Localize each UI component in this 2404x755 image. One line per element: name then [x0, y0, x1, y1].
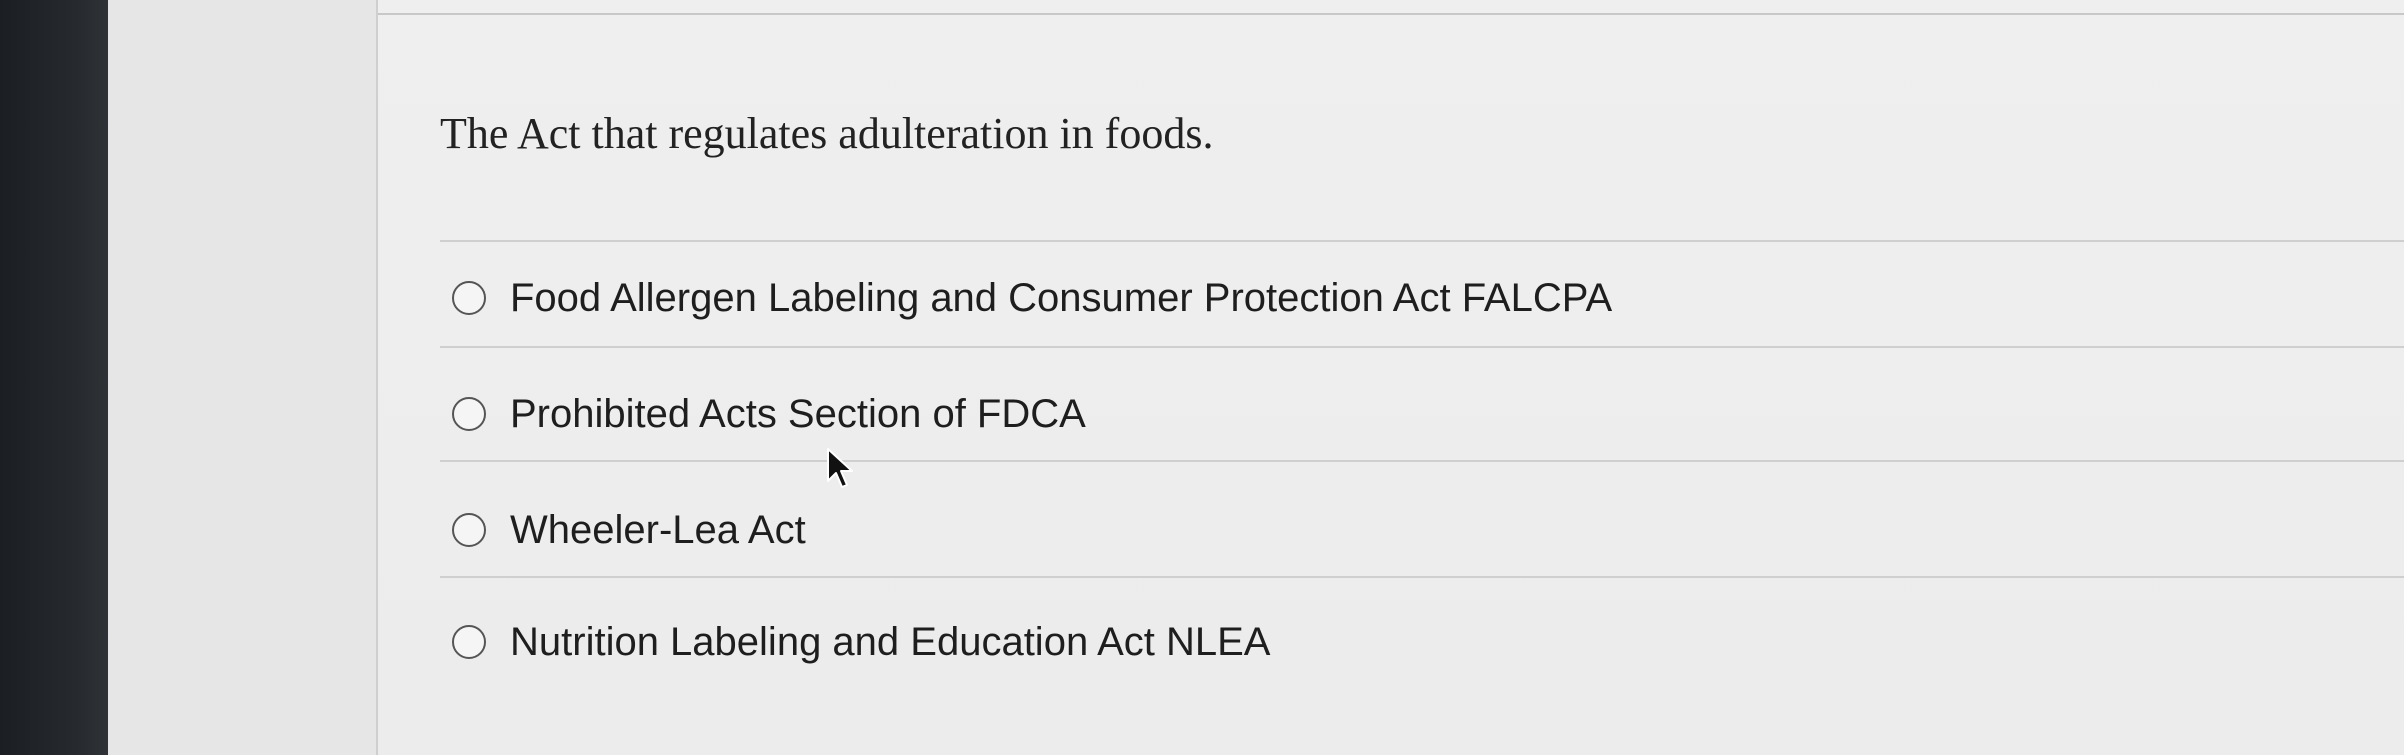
divider: [440, 576, 2404, 578]
page-gutter: [108, 0, 376, 755]
option-label: Food Allergen Labeling and Consumer Prot…: [510, 275, 1613, 320]
card-top-divider: [378, 13, 2404, 15]
divider: [440, 346, 2404, 348]
screen: The Act that regulates adulteration in f…: [0, 0, 2404, 755]
option-label: Wheeler-Lea Act: [510, 507, 806, 552]
option-nlea[interactable]: Nutrition Labeling and Education Act NLE…: [452, 612, 1271, 672]
option-falcpa[interactable]: Food Allergen Labeling and Consumer Prot…: [452, 268, 1612, 328]
radio-unselected-icon[interactable]: [452, 281, 486, 315]
mouse-pointer-icon: [827, 448, 853, 488]
divider: [440, 240, 2404, 242]
radio-unselected-icon[interactable]: [452, 397, 486, 431]
option-wheeler-lea[interactable]: Wheeler-Lea Act: [452, 500, 806, 560]
option-label: Prohibited Acts Section of FDCA: [510, 391, 1086, 436]
option-prohibited-acts[interactable]: Prohibited Acts Section of FDCA: [452, 384, 1086, 444]
radio-unselected-icon[interactable]: [452, 513, 486, 547]
left-bezel: [0, 0, 108, 755]
divider: [440, 460, 2404, 462]
question-card: The Act that regulates adulteration in f…: [376, 0, 2404, 755]
radio-unselected-icon[interactable]: [452, 625, 486, 659]
option-label: Nutrition Labeling and Education Act NLE…: [510, 619, 1271, 664]
question-text: The Act that regulates adulteration in f…: [440, 109, 1214, 158]
